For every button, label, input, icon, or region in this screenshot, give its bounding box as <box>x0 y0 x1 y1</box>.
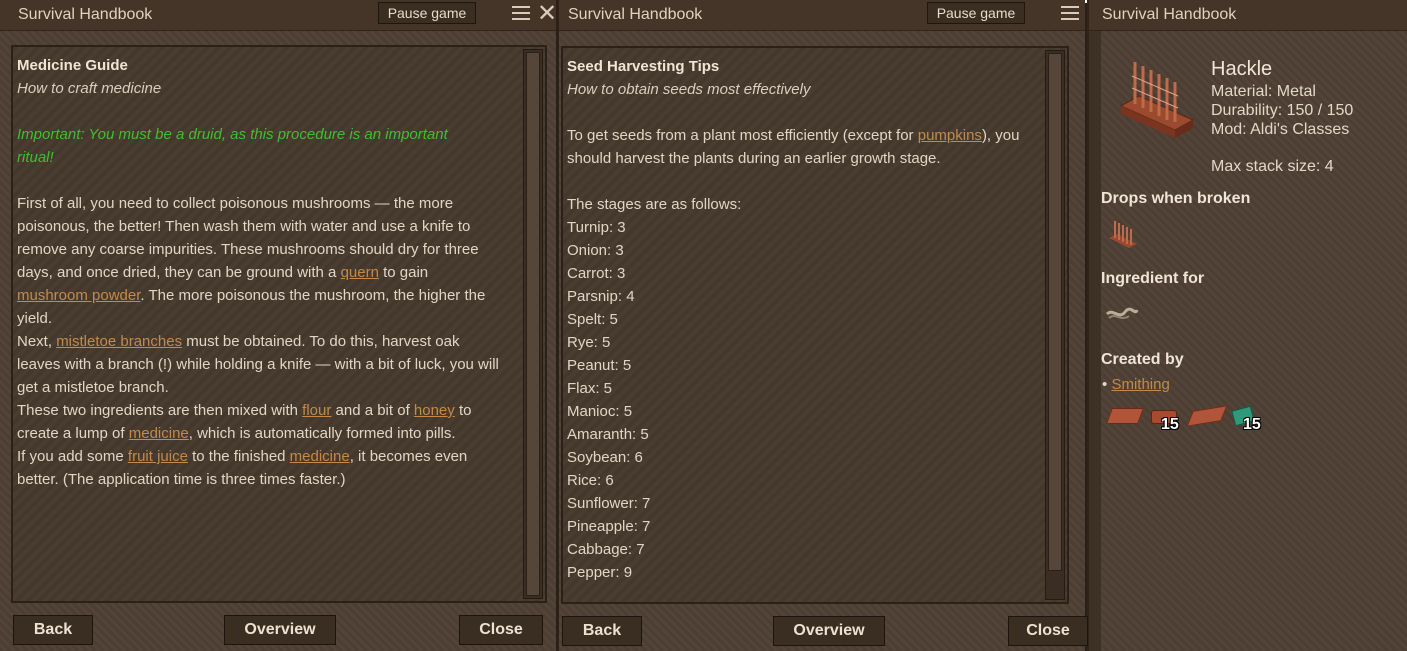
window-border <box>1089 31 1101 651</box>
link-pumpkins[interactable]: pumpkins <box>918 127 982 144</box>
stage-line: Sunflower: 7 <box>567 495 651 512</box>
text-line: leaves with a branch (!) while holding a… <box>17 356 499 373</box>
close-button[interactable]: Close <box>459 615 543 645</box>
item-count: 15 <box>1161 416 1179 433</box>
copper-plate-icon <box>1186 405 1228 427</box>
back-button[interactable]: Back <box>13 615 93 645</box>
article-heading: Medicine Guide <box>17 57 128 74</box>
link-medicine[interactable]: medicine <box>129 425 189 442</box>
link-mistletoe-branches[interactable]: mistletoe branches <box>56 333 182 350</box>
link-flour[interactable]: flour <box>302 402 331 419</box>
scrollbar[interactable] <box>523 49 543 599</box>
link-quern[interactable]: quern <box>341 264 379 281</box>
important-note: Important: You must be a druid, as this … <box>17 126 448 143</box>
window-title: Survival Handbook <box>18 6 153 23</box>
item-durability: Durability: 150 / 150 <box>1211 102 1354 119</box>
stage-line: Soybean: 6 <box>567 449 643 466</box>
window-title: Survival Handbook <box>1102 6 1237 23</box>
item-material: Material: Metal <box>1211 83 1316 100</box>
stage-line: Rice: 6 <box>567 472 614 489</box>
text-line: These two ingredients are then mixed wit… <box>17 402 472 419</box>
close-button[interactable]: Close <box>1008 616 1088 646</box>
article-subtitle: How to obtain seeds most effectively <box>567 81 811 98</box>
stage-line: Flax: 5 <box>567 380 613 397</box>
scrollbar[interactable] <box>1045 50 1065 600</box>
recipe-slot-ingot[interactable]: 15 <box>1147 400 1191 436</box>
text-line: First of all, you need to collect poison… <box>17 195 454 212</box>
stage-line: Peanut: 5 <box>567 357 632 374</box>
article-heading: Seed Harvesting Tips <box>567 58 720 75</box>
overview-button[interactable]: Overview <box>773 616 885 646</box>
text-line: To get seeds from a plant most efficient… <box>567 127 1020 144</box>
scrollbar-thumb[interactable] <box>1048 53 1062 571</box>
article-text: Seed Harvesting Tips How to obtain seeds… <box>567 55 1042 584</box>
ingredient-heading: Ingredient for <box>1101 270 1205 287</box>
stage-line: Turnip: 3 <box>567 219 626 236</box>
text-line: mushroom powder. The more poisonous the … <box>17 287 486 304</box>
text-line: remove any coarse impurities. These mush… <box>17 241 479 258</box>
item-details-window: Survival Handbook Hackle Material: Metal… <box>1089 0 1407 651</box>
link-mushroom-powder[interactable]: mushroom powder <box>17 287 140 304</box>
text-line: If you add some fruit juice to the finis… <box>17 448 468 465</box>
stage-line: Carrot: 3 <box>567 265 626 282</box>
titlebar[interactable]: Survival Handbook Pause game <box>559 0 1085 31</box>
stage-line: Pineapple: 7 <box>567 518 651 535</box>
text-line: get a mistletoe branch. <box>17 379 169 396</box>
item-mod: Mod: Aldi's Classes <box>1211 121 1350 138</box>
hackle-small-icon[interactable] <box>1107 218 1139 250</box>
recipe-slot-plate[interactable] <box>1186 400 1228 432</box>
item-name: Hackle <box>1211 58 1273 80</box>
stages-intro: The stages are as follows: <box>567 196 742 213</box>
seed-harvesting-window: Survival Handbook Pause game Seed Harves… <box>559 0 1088 651</box>
flax-fiber-icon[interactable] <box>1105 304 1139 324</box>
stage-line: Spelt: 5 <box>567 311 618 328</box>
overview-button[interactable]: Overview <box>224 615 336 645</box>
recipe-slot-gem[interactable]: 15 <box>1229 402 1273 438</box>
created-heading: Created by <box>1101 351 1184 368</box>
menu-icon[interactable] <box>512 6 530 22</box>
pause-game-button[interactable]: Pause game <box>927 2 1025 24</box>
article-text: Medicine Guide How to craft medicine Imp… <box>17 54 517 491</box>
link-fruit-juice[interactable]: fruit juice <box>128 448 188 465</box>
scrollbar-thumb[interactable] <box>526 52 540 596</box>
hackle-icon <box>1119 62 1195 138</box>
bullet: • <box>1102 376 1108 393</box>
menu-icon[interactable] <box>1061 6 1079 22</box>
stage-line: Cabbage: 7 <box>567 541 645 558</box>
stage-line: Onion: 3 <box>567 242 624 259</box>
link-smithing[interactable]: Smithing <box>1111 376 1169 393</box>
medicine-guide-window: Survival Handbook Pause game ✕ Medicine … <box>0 0 558 651</box>
created-by-line: • Smithing <box>1102 376 1170 393</box>
item-max-stack: Max stack size: 4 <box>1211 158 1334 175</box>
titlebar[interactable]: Survival Handbook Pause game ✕ <box>0 0 557 31</box>
pause-game-button[interactable]: Pause game <box>378 2 476 24</box>
important-note-cont: ritual! <box>17 149 54 166</box>
window-title: Survival Handbook <box>568 6 703 23</box>
stage-line: Pepper: 9 <box>567 564 633 581</box>
close-icon[interactable]: ✕ <box>537 2 557 26</box>
text-line: better. (The application time is three t… <box>17 471 346 488</box>
article-subtitle: How to craft medicine <box>17 80 162 97</box>
text-line: yield. <box>17 310 53 327</box>
item-count: 15 <box>1243 416 1261 433</box>
drops-heading: Drops when broken <box>1101 190 1251 207</box>
stage-line: Rye: 5 <box>567 334 611 351</box>
recipe-slot-plank[interactable] <box>1106 400 1144 432</box>
text-line: days, and once dried, they can be ground… <box>17 264 429 281</box>
text-line: should harvest the plants during an earl… <box>567 150 941 167</box>
text-line: create a lump of medicine, which is auto… <box>17 425 456 442</box>
link-honey[interactable]: honey <box>414 402 455 419</box>
text-line: Next, mistletoe branches must be obtaine… <box>17 333 460 350</box>
titlebar[interactable]: Survival Handbook <box>1089 0 1407 31</box>
stage-line: Parsnip: 4 <box>567 288 635 305</box>
back-button[interactable]: Back <box>562 616 642 646</box>
text-line: poisonous, the better! Then wash them wi… <box>17 218 471 235</box>
stage-line: Amaranth: 5 <box>567 426 649 443</box>
copper-plate-icon <box>1106 408 1144 424</box>
stage-line: Manioc: 5 <box>567 403 633 420</box>
link-medicine[interactable]: medicine <box>290 448 350 465</box>
